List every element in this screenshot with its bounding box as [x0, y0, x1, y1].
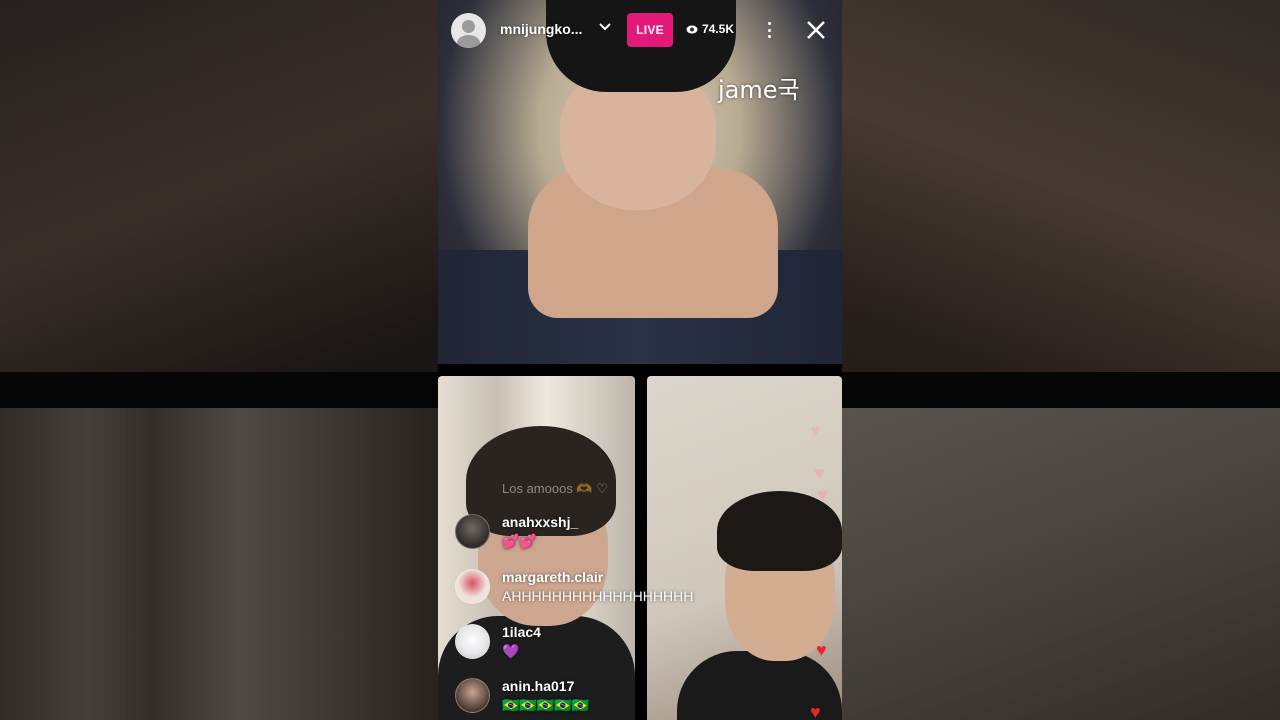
heart-icon: ♥ [816, 640, 827, 660]
comment-item: 1ilac4 💜 [455, 624, 835, 674]
viewer-count[interactable]: 74.5K [686, 22, 734, 36]
viewer-count-label: 74.5K [702, 22, 735, 36]
commenter-avatar[interactable] [455, 624, 490, 659]
comment-text: 🇧🇷🇧🇷🇧🇷🇧🇷🇧🇷 [502, 697, 590, 713]
heart-icon: ♥ [814, 463, 825, 483]
chevron-down-icon[interactable] [598, 20, 612, 34]
live-header: mnijungko... LIVE 74.5K [438, 12, 842, 48]
comment-text: AHHHHHHHHHHHHHHHHHH [502, 588, 694, 604]
watermark: jame국 [718, 76, 800, 104]
commenter-avatar[interactable] [455, 678, 490, 713]
profile-placeholder-icon[interactable] [451, 13, 486, 48]
comment-username[interactable]: 1ilac4 [502, 624, 541, 640]
host-username[interactable]: mnijungko... [500, 21, 582, 37]
commenter-avatar[interactable] [455, 514, 490, 549]
live-badge: LIVE [627, 13, 673, 47]
floating-hearts: ♥ ♥ ♥ ♥ ♥ [810, 420, 840, 720]
comment-item: anin.ha017 🇧🇷🇧🇷🇧🇷🇧🇷🇧🇷 [455, 678, 835, 720]
comment-item: margareth.clair AHHHHHHHHHHHHHHHHHH [455, 569, 835, 619]
live-stream-view: mnijungko... LIVE 74.5K jame국 Los amooos… [438, 0, 842, 720]
more-options-icon[interactable] [768, 22, 772, 38]
comment-text: 💜 [502, 643, 520, 659]
heart-icon: ♥ [810, 702, 821, 720]
comment-username[interactable]: anahxxshj_ [502, 514, 578, 530]
blurred-background-right [842, 0, 1280, 720]
eye-icon [686, 25, 698, 33]
heart-icon: ♥ [817, 485, 828, 505]
comment-text: 💕💕 [502, 533, 537, 549]
blurred-background-left [0, 0, 438, 720]
comment-username[interactable]: margareth.clair [502, 569, 603, 585]
heart-icon: ♥ [810, 421, 821, 441]
close-icon[interactable] [805, 19, 827, 41]
commenter-avatar[interactable] [455, 569, 490, 604]
host-video[interactable] [438, 0, 842, 364]
comment-username[interactable]: anin.ha017 [502, 678, 574, 694]
fading-comment: Los amooos 🫶 ♡ [502, 481, 608, 496]
comment-item: anahxxshj_ 💕💕 [455, 514, 835, 564]
